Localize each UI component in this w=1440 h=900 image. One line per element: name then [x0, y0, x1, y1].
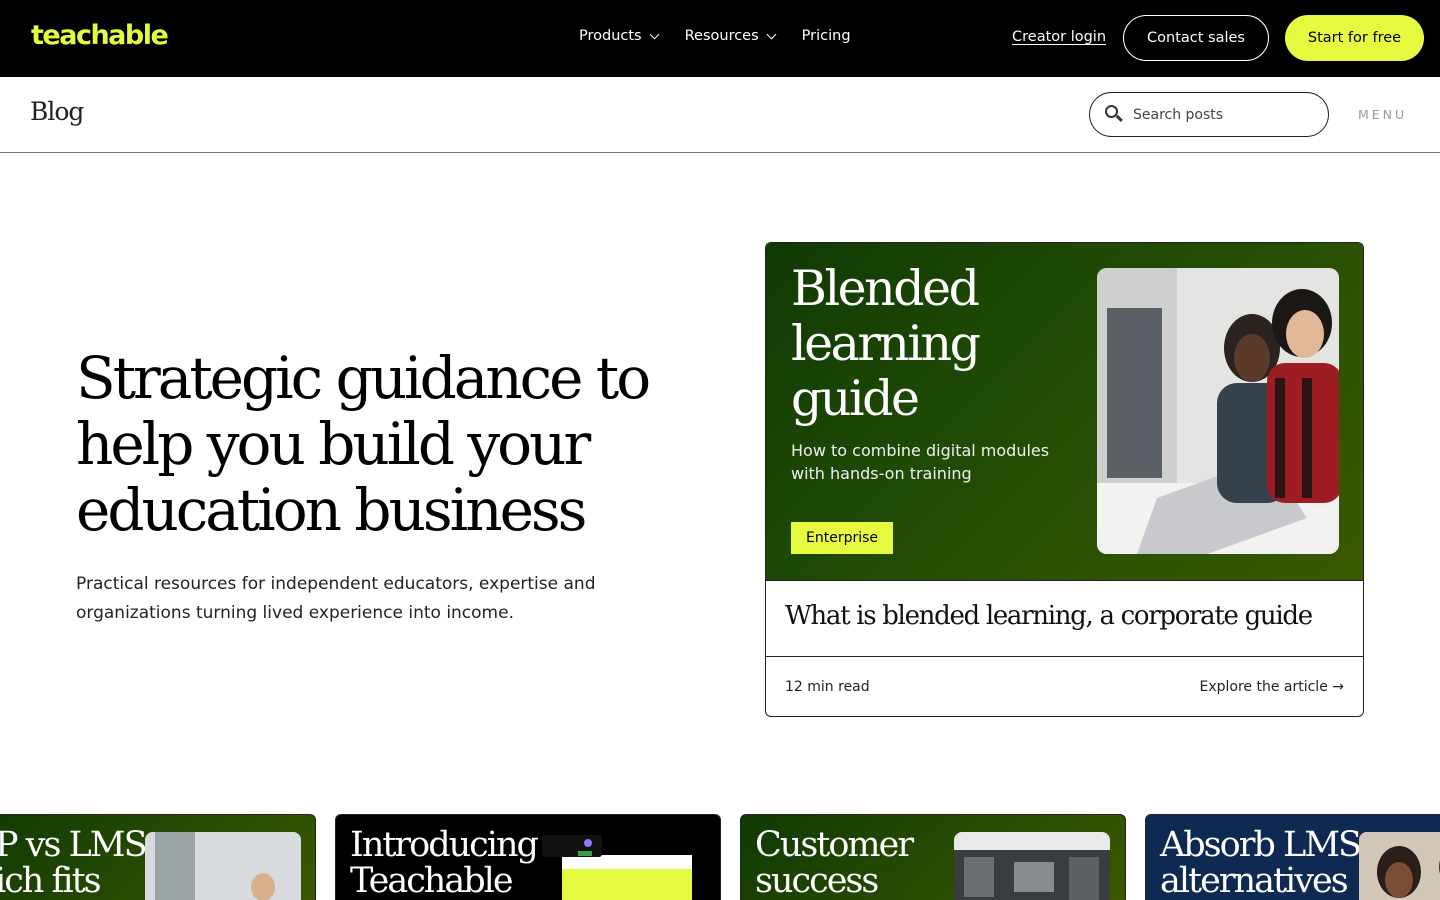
top-navigation: teachable Products Resources Pricing Cre… [0, 0, 1440, 77]
carousel-card-title: Customer success [755, 825, 914, 900]
carousel-card-photo [1359, 832, 1440, 900]
carousel-card-photo [145, 832, 301, 900]
nav-resources-label: Resources [684, 28, 759, 44]
chevron-down-icon [649, 29, 660, 39]
read-time: 12 min read [785, 679, 870, 695]
start-for-free-button[interactable]: Start for free [1285, 15, 1424, 61]
featured-heading: Blended learning guide [791, 260, 981, 427]
explore-article-link[interactable]: Explore the article → [1199, 679, 1344, 695]
search-box[interactable] [1089, 92, 1329, 137]
carousel-card[interactable]: Introducing Teachable [335, 814, 721, 900]
blog-header: Blog MENU [0, 77, 1440, 153]
featured-banner: Blended learning guide How to combine di… [766, 243, 1363, 580]
nav-pricing[interactable]: Pricing [802, 28, 851, 44]
search-icon [1105, 105, 1124, 124]
nav-products[interactable]: Products [579, 28, 660, 44]
hero-subtitle: Practical resources for independent educ… [76, 574, 596, 623]
search-input[interactable] [1133, 106, 1313, 123]
nav-resources[interactable]: Resources [684, 28, 777, 44]
blog-title[interactable]: Blog [30, 97, 84, 126]
featured-title[interactable]: What is blended learning, a corporate gu… [785, 601, 1313, 631]
teachable-logo[interactable]: teachable [31, 20, 169, 51]
category-tag-enterprise[interactable]: Enterprise [791, 522, 894, 554]
primary-nav: Products Resources Pricing [579, 28, 878, 44]
contact-sales-button[interactable]: Contact sales [1123, 15, 1269, 61]
carousel-card-title: P vs LMS: ich fits [0, 825, 157, 900]
carousel-card-photo [542, 835, 692, 900]
carousel-card[interactable]: P vs LMS: ich fits [0, 814, 316, 900]
hero-title: Strategic guidance to help you build you… [76, 344, 651, 544]
featured-article-card[interactable]: Blended learning guide How to combine di… [765, 242, 1364, 717]
carousel-card-title: Absorb LMS alternatives [1160, 825, 1362, 900]
carousel-card-title: Introducing Teachable [350, 825, 539, 900]
carousel-card[interactable]: Absorb LMS alternatives [1145, 814, 1440, 900]
menu-button[interactable]: MENU [1358, 107, 1407, 122]
nav-pricing-label: Pricing [801, 28, 851, 44]
nav-products-label: Products [579, 28, 642, 44]
creator-login-link[interactable]: Creator login [1012, 29, 1106, 45]
carousel-card[interactable]: Customer success [740, 814, 1126, 900]
featured-photo [1097, 268, 1339, 554]
featured-description: How to combine digital modules with hand… [791, 441, 1050, 483]
featured-title-row: What is blended learning, a corporate gu… [766, 580, 1363, 657]
carousel-card-photo [954, 832, 1110, 900]
chevron-down-icon [766, 29, 777, 39]
